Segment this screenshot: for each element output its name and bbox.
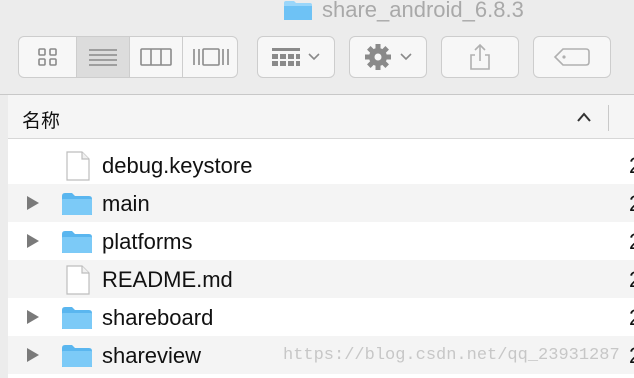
row-date: 2	[629, 305, 634, 331]
row-date: 2	[629, 191, 634, 217]
document-icon	[66, 265, 90, 295]
tags-button[interactable]	[533, 36, 611, 78]
folder-icon	[62, 345, 92, 367]
row-date: 2	[629, 267, 634, 293]
list-row-main[interactable]: main 2	[8, 184, 634, 222]
row-name: shareboard	[102, 305, 214, 330]
row-name: debug.keystore	[102, 153, 253, 178]
title-bar: share_android_6.8.3	[0, 0, 634, 26]
row-date: 2	[629, 343, 634, 369]
disclosure-triangle-icon[interactable]	[26, 347, 40, 363]
column-header: 名称	[8, 95, 634, 139]
window-title: share_android_6.8.3	[322, 0, 524, 22]
arrange-icon	[272, 48, 300, 66]
share-icon	[470, 43, 490, 70]
gear-icon	[365, 44, 391, 70]
chevron-down-icon	[308, 53, 320, 61]
row-date: 2	[629, 229, 634, 255]
list-icon	[89, 49, 117, 66]
list-view-button[interactable]	[77, 37, 130, 77]
action-button[interactable]	[349, 36, 427, 78]
column-view-button[interactable]	[130, 37, 183, 77]
watermark: https://blog.csdn.net/qq_23931287	[283, 346, 620, 365]
row-name: main	[102, 191, 150, 216]
view-mode-segmented-control	[18, 36, 238, 78]
row-name: platforms	[102, 229, 193, 254]
arrange-button[interactable]	[257, 36, 335, 78]
folder-icon	[62, 231, 92, 253]
list-row-readme[interactable]: README.md 2	[8, 260, 634, 298]
folder-icon	[62, 307, 92, 329]
grid-icon	[37, 48, 57, 66]
file-list: 名称 debug.keystore 2 main 2	[8, 95, 634, 378]
columns-icon	[140, 48, 172, 66]
gallery-icon	[193, 48, 229, 66]
name-column-header[interactable]: 名称	[22, 106, 60, 133]
chevron-down-icon	[400, 53, 412, 61]
list-row-debug-keystore[interactable]: debug.keystore 2	[8, 146, 634, 184]
sort-ascending-icon[interactable]	[576, 111, 592, 123]
disclosure-triangle-icon[interactable]	[26, 195, 40, 211]
row-name: README.md	[102, 267, 233, 292]
folder-icon	[62, 193, 92, 215]
disclosure-triangle-icon[interactable]	[26, 233, 40, 249]
row-date: 2	[629, 153, 634, 179]
share-button[interactable]	[441, 36, 519, 78]
disclosure-triangle-icon[interactable]	[26, 309, 40, 325]
column-divider[interactable]	[608, 105, 609, 131]
tag-icon	[553, 48, 590, 66]
document-icon	[66, 151, 90, 181]
folder-icon	[284, 1, 312, 20]
icon-view-button[interactable]	[19, 37, 77, 77]
gallery-view-button[interactable]	[183, 37, 237, 77]
list-row-shareboard[interactable]: shareboard 2	[8, 298, 634, 336]
row-name: shareview	[102, 343, 202, 368]
list-row-platforms[interactable]: platforms 2	[8, 222, 634, 260]
